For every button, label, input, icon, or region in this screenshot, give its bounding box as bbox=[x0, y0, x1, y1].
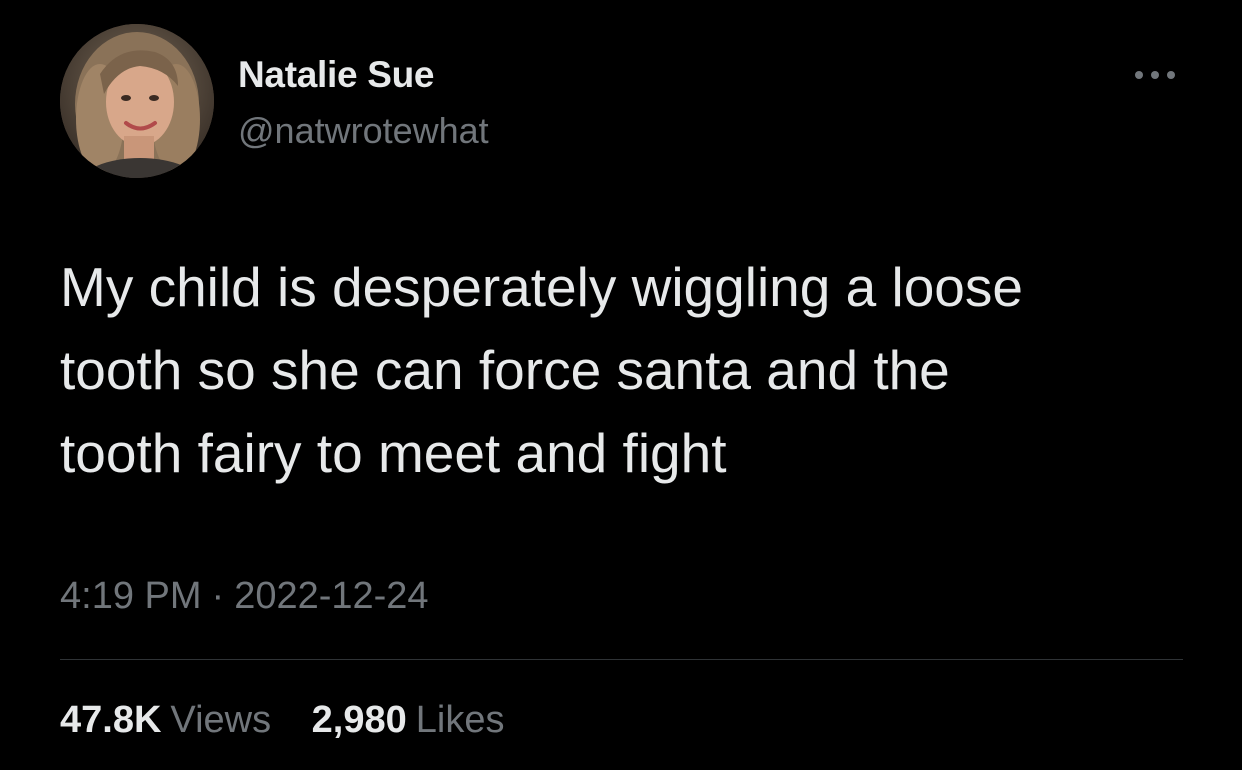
divider bbox=[60, 659, 1183, 660]
views-label: Views bbox=[170, 699, 272, 741]
likes-count: 2,980 bbox=[311, 699, 407, 741]
views-count: 47.8K bbox=[60, 699, 162, 741]
profile-photo-icon bbox=[60, 24, 214, 178]
tweet-date: 2022-12-24 bbox=[234, 575, 429, 617]
avatar[interactable] bbox=[60, 24, 214, 178]
meta-separator: · bbox=[211, 575, 225, 617]
display-name[interactable]: Natalie Sue bbox=[238, 52, 434, 98]
user-handle[interactable]: @natwrotewhat bbox=[238, 108, 489, 154]
tweet-time: 4:19 PM bbox=[60, 575, 202, 617]
views-stat[interactable]: 47.8K Views bbox=[60, 696, 271, 744]
tweet-card: Natalie Sue @natwrotewhat My child is de… bbox=[0, 0, 1242, 770]
likes-stat[interactable]: 2,980 Likes bbox=[312, 696, 505, 744]
tweet-text: My child is desperately wiggling a loose… bbox=[60, 256, 1023, 484]
tweet-timestamp[interactable]: 4:19 PM · 2022-12-24 bbox=[60, 572, 429, 620]
more-dots-icon bbox=[1135, 71, 1175, 79]
likes-label: Likes bbox=[415, 699, 505, 741]
tweet-stats: 47.8K Views 2,980 Likes bbox=[60, 696, 534, 744]
more-options-button[interactable] bbox=[1126, 58, 1184, 92]
